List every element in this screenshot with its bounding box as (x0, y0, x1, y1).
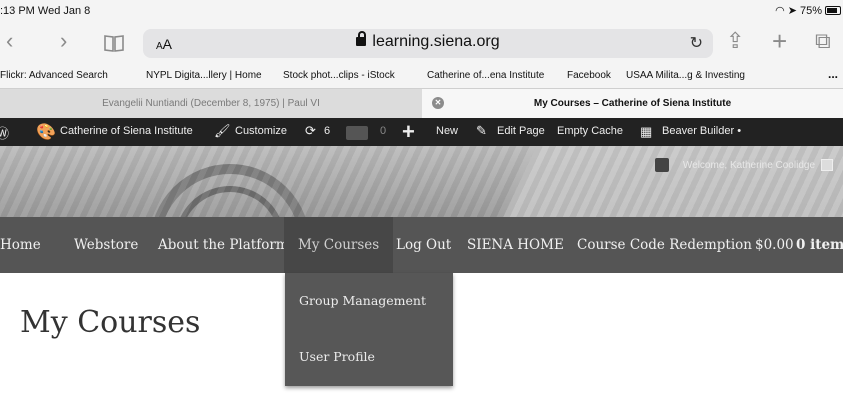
tab-title: Evangelii Nuntiandi (December 8, 1975) |… (102, 98, 320, 109)
new-tab-button[interactable]: + (772, 28, 787, 54)
tabs-overview-button[interactable]: ⧉ (815, 28, 831, 54)
header-hero-image: Welcome, Katherine Coolidge (0, 146, 843, 217)
tab-evangelii[interactable]: Evangelii Nuntiandi (December 8, 1975) |… (0, 89, 422, 118)
cart-items[interactable]: 0 items (796, 217, 843, 273)
tab-strip: Evangelii Nuntiandi (December 8, 1975) |… (0, 88, 843, 118)
share-button[interactable]: ⇪ (726, 28, 744, 54)
nav-webstore[interactable]: Webstore (74, 217, 138, 273)
bookmark-item[interactable]: Catherine of...ena Institute (427, 70, 544, 81)
tab-title: My Courses – Catherine of Siena Institut… (533, 98, 732, 109)
wifi-icon: ◠ (775, 5, 785, 17)
submenu-user-profile[interactable]: User Profile (299, 349, 375, 364)
nav-course-code-redemption[interactable]: Course Code Redemption (577, 217, 752, 273)
bookmarks-bar: Flickr: Advanced Search NYPL Digita...ll… (0, 64, 843, 88)
admin-site-name[interactable]: Catherine of Siena Institute (60, 125, 193, 137)
lock-icon (356, 31, 367, 46)
more-bookmarks-button[interactable]: ... (828, 67, 838, 81)
reload-button[interactable]: ↻ (690, 33, 703, 53)
plus-icon: + (402, 119, 415, 144)
address-bar[interactable]: AA learning.siena.org ↻ (143, 29, 713, 58)
admin-beaver-builder[interactable]: Beaver Builder • (662, 125, 741, 137)
admin-edit-page[interactable]: Edit Page (497, 125, 545, 137)
nav-home[interactable]: Home (0, 217, 41, 273)
browser-toolbar: ‹ › AA learning.siena.org ↻ ⇪ + ⧉ (0, 20, 843, 64)
battery-icon (825, 6, 841, 15)
welcome-text[interactable]: Welcome, Katherine Coolidge (683, 160, 815, 171)
user-avatar-icon[interactable] (821, 159, 833, 171)
wp-admin-bar: Ⓦ 🎨 Catherine of Siena Institute 🖌 Custo… (0, 118, 843, 146)
bookmark-item[interactable]: NYPL Digita...llery | Home (146, 70, 262, 81)
nav-my-courses[interactable]: My Courses (284, 217, 394, 273)
bookmark-item[interactable]: Stock phot...clips - iStock (283, 70, 395, 81)
grid-icon: ▦ (640, 124, 653, 139)
chat-icon[interactable] (654, 158, 669, 172)
wordpress-icon[interactable]: Ⓦ (0, 123, 9, 142)
cart-price[interactable]: $0.00 (755, 217, 794, 273)
my-courses-submenu: Group Management User Profile (285, 273, 453, 386)
main-nav: Home Webstore About the Platform My Cour… (0, 217, 843, 273)
admin-customize[interactable]: Customize (235, 125, 287, 137)
battery-percent: 75% (799, 4, 822, 17)
updates-icon: ⟳ (305, 123, 316, 138)
status-bar: :13 PM Wed Jan 8 ◠ ➤ 75% (0, 0, 843, 20)
bookmark-item[interactable]: USAA Milita...g & Investing (626, 70, 745, 81)
admin-comments-count[interactable]: 0 (380, 125, 386, 137)
hero-texture (0, 146, 843, 217)
welcome-area: Welcome, Katherine Coolidge (654, 158, 833, 172)
palette-icon: 🎨 (36, 124, 56, 141)
book-icon (104, 35, 124, 52)
admin-updates-count[interactable]: 6 (324, 125, 330, 137)
admin-empty-cache[interactable]: Empty Cache (557, 125, 623, 137)
forward-button[interactable]: › (60, 28, 67, 54)
bookmark-item[interactable]: Facebook (567, 70, 611, 81)
submenu-group-management[interactable]: Group Management (299, 293, 426, 308)
nav-log-out[interactable]: Log Out (396, 217, 451, 273)
pencil-icon: ✎ (476, 123, 487, 138)
back-button[interactable]: ‹ (6, 28, 13, 54)
page-title: My Courses (20, 305, 201, 340)
nav-siena-home[interactable]: SIENA HOME (467, 217, 564, 273)
brush-icon: 🖌 (214, 123, 231, 138)
url-field[interactable]: learning.siena.org (143, 31, 713, 51)
admin-new[interactable]: New (436, 125, 458, 137)
close-tab-icon[interactable]: ✕ (432, 97, 444, 109)
nav-about-platform[interactable]: About the Platform (158, 217, 289, 273)
status-time: :13 PM Wed Jan 8 (0, 5, 91, 17)
comment-icon[interactable] (346, 126, 368, 140)
status-indicators: ◠ ➤ 75% (775, 4, 841, 17)
tab-my-courses[interactable]: ✕ My Courses – Catherine of Siena Instit… (422, 89, 843, 118)
location-icon: ➤ (787, 5, 797, 17)
bookmark-item[interactable]: Flickr: Advanced Search (0, 70, 108, 81)
bookmarks-button[interactable] (104, 32, 124, 58)
